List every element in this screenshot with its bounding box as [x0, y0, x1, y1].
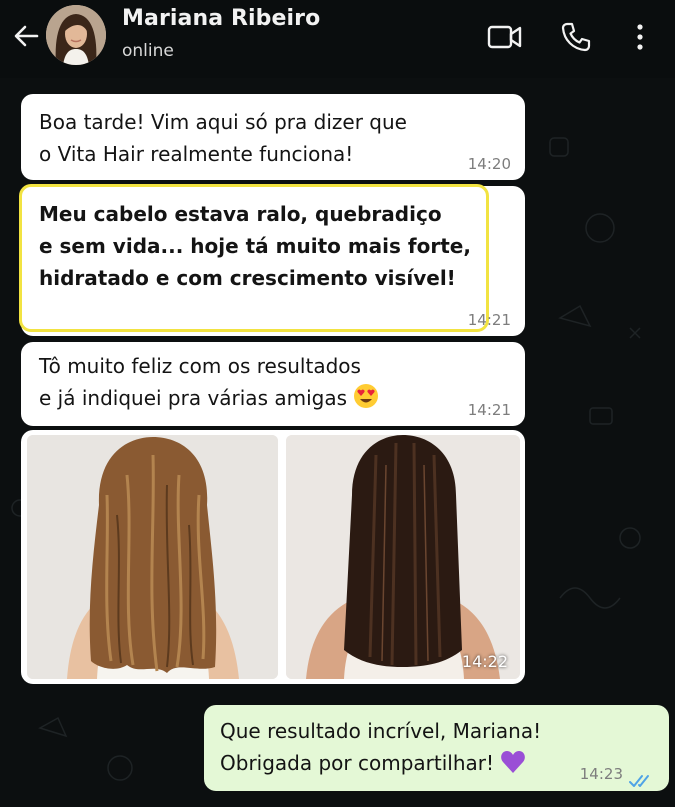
message-time: 14:21	[467, 311, 511, 329]
image-message-bubble[interactable]: 14:22	[21, 430, 525, 684]
contact-name[interactable]: Mariana Ribeiro	[122, 6, 320, 31]
read-receipt-icon	[629, 766, 655, 787]
message-line: Boa tarde! Vim aqui só pra dizer que	[39, 110, 407, 134]
phone-icon[interactable]	[556, 17, 596, 57]
message-line-text: e já indiquei pra várias amigas	[39, 386, 348, 410]
message-line: o Vita Hair realmente funciona!	[39, 142, 354, 166]
video-call-icon[interactable]	[485, 17, 525, 57]
message-line: e sem vida... hoje tá muito mais forte,	[39, 234, 471, 258]
message-line: hidratado e com crescimento visível!	[39, 266, 456, 290]
contact-status: online	[122, 41, 174, 61]
message-line: e já indiquei pra várias amigas	[39, 382, 507, 418]
message-time: 14:20	[467, 155, 511, 173]
message-time: 14:21	[467, 401, 511, 419]
message-line: Meu cabelo estava ralo, quebradiço	[39, 202, 442, 226]
message-text: Meu cabelo estava ralo, quebradiço e sem…	[39, 198, 507, 294]
purple-heart-emoji	[500, 750, 526, 783]
more-vert-icon[interactable]	[620, 17, 660, 57]
hair-before-photo[interactable]	[27, 435, 278, 679]
avatar[interactable]	[46, 5, 106, 65]
message-bubble[interactable]: Boa tarde! Vim aqui só pra dizer que o V…	[21, 94, 525, 180]
chat-area[interactable]: Boa tarde! Vim aqui só pra dizer que o V…	[0, 78, 675, 807]
message-line: Que resultado incrível, Mariana!	[220, 719, 542, 743]
message-line-text: Obrigada por compartilhar!	[220, 751, 495, 775]
message-line: Tô muito feliz com os resultados	[39, 354, 361, 378]
hair-after-photo[interactable]: 14:22	[286, 435, 520, 679]
heart-eyes-emoji	[353, 383, 379, 418]
outgoing-message-bubble[interactable]: Que resultado incrível, Mariana! Obrigad…	[204, 705, 669, 791]
message-bubble-highlighted[interactable]: Meu cabelo estava ralo, quebradiço e sem…	[19, 184, 525, 336]
message-text: Tô muito feliz com os resultados e já in…	[39, 350, 507, 418]
chat-header: Mariana Ribeiro online	[0, 0, 675, 78]
message-time: 14:23	[579, 765, 623, 783]
message-bubble[interactable]: Tô muito feliz com os resultados e já in…	[21, 342, 525, 426]
message-time: 14:22	[461, 652, 508, 671]
message-text: Boa tarde! Vim aqui só pra dizer que o V…	[39, 106, 507, 170]
back-arrow-icon[interactable]	[8, 18, 44, 54]
